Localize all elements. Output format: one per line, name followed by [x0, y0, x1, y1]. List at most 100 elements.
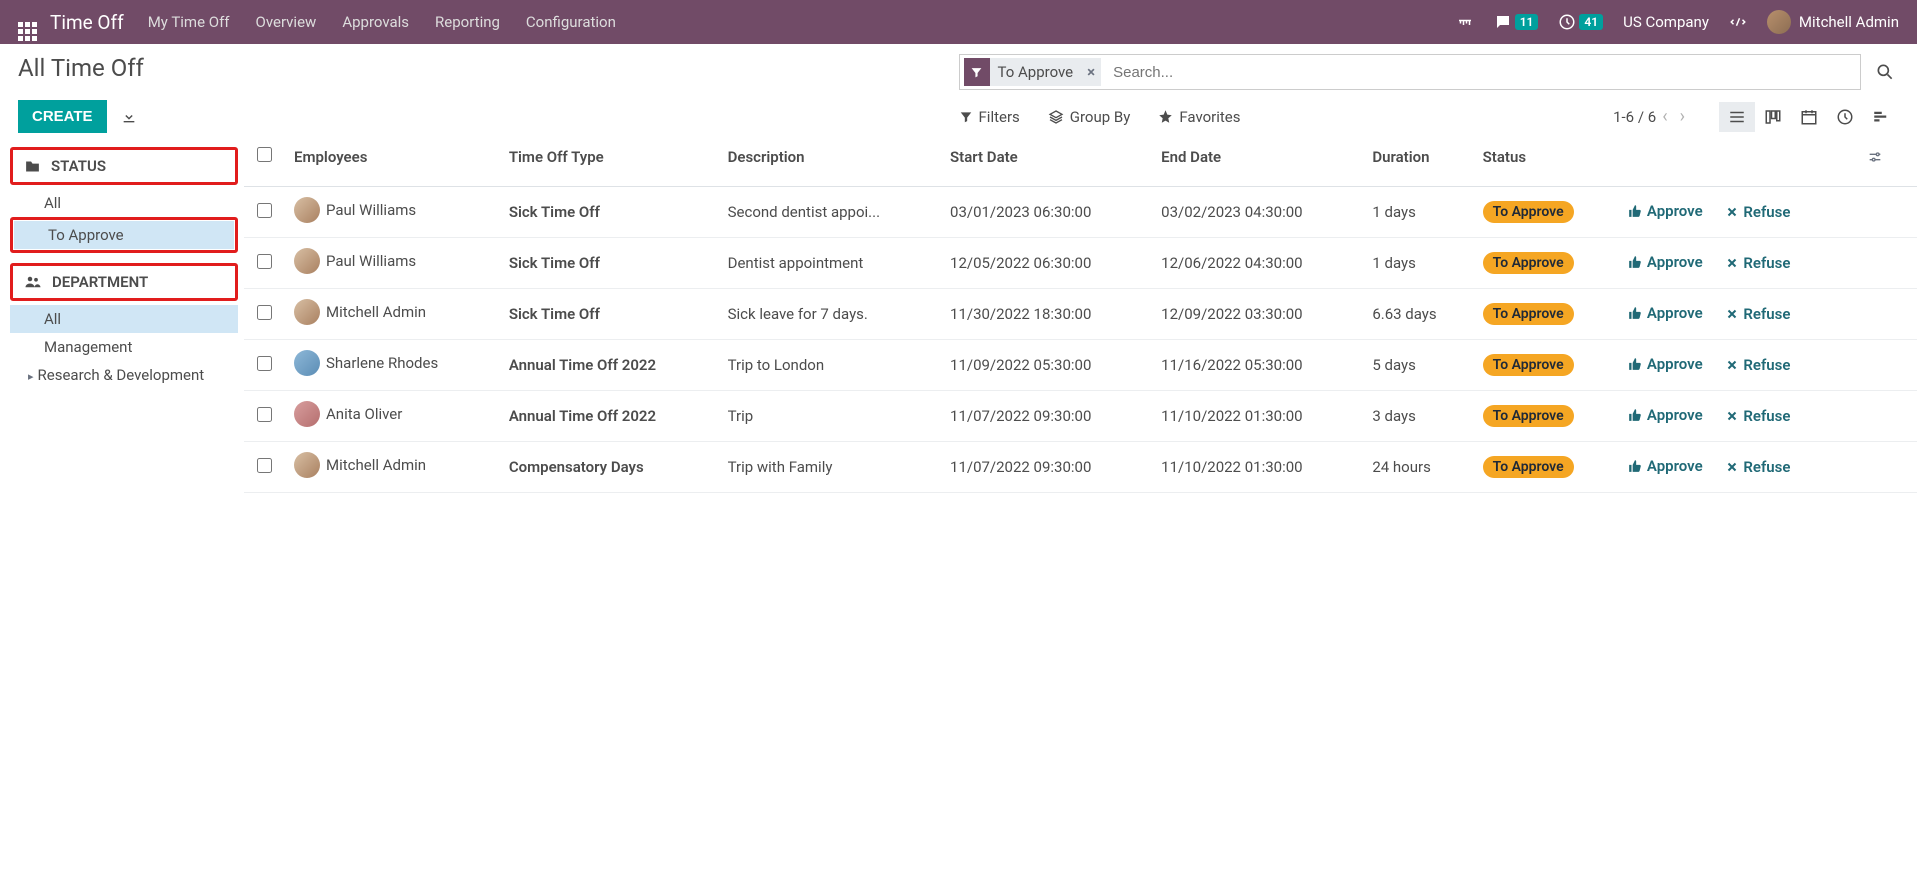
header-description[interactable]: Description: [718, 133, 940, 187]
table-row[interactable]: Anita Oliver Annual Time Off 2022 Trip 1…: [244, 391, 1917, 442]
header-start[interactable]: Start Date: [940, 133, 1151, 187]
sidebar-dept-all[interactable]: All: [10, 305, 238, 333]
user-menu[interactable]: Mitchell Admin: [1767, 10, 1899, 34]
row-checkbox[interactable]: [257, 407, 272, 422]
user-avatar: [1767, 10, 1791, 34]
cell-type: Sick Time Off: [499, 289, 718, 340]
row-checkbox[interactable]: [257, 254, 272, 269]
employee-name: Paul Williams: [326, 252, 416, 270]
sliders-icon[interactable]: [1867, 149, 1897, 165]
row-checkbox-cell[interactable]: [244, 187, 284, 238]
messages-icon[interactable]: 11: [1494, 13, 1539, 31]
table-row[interactable]: Paul Williams Sick Time Off Dentist appo…: [244, 238, 1917, 289]
header-duration[interactable]: Duration: [1362, 133, 1472, 187]
cell-duration: 6.63 days: [1362, 289, 1472, 340]
cell-employee: Sharlene Rhodes: [284, 340, 499, 391]
nav-overview[interactable]: Overview: [256, 13, 317, 31]
download-icon[interactable]: [121, 109, 137, 125]
row-checkbox-cell[interactable]: [244, 340, 284, 391]
pager-text[interactable]: 1-6 / 6: [1613, 108, 1656, 126]
approve-button[interactable]: Approve: [1628, 202, 1703, 220]
table-row[interactable]: Sharlene Rhodes Annual Time Off 2022 Tri…: [244, 340, 1917, 391]
search-input[interactable]: [1107, 64, 1856, 81]
row-checkbox[interactable]: [257, 356, 272, 371]
pager-next[interactable]: ›: [1680, 106, 1685, 127]
view-gantt-icon[interactable]: [1863, 102, 1899, 132]
cell-description: Trip to London: [718, 340, 940, 391]
voip-icon[interactable]: [1456, 13, 1474, 31]
cell-description: Sick leave for 7 days.: [718, 289, 940, 340]
create-button[interactable]: CREATE: [18, 100, 107, 133]
header-checkbox[interactable]: [244, 133, 284, 187]
nav-my-time-off[interactable]: My Time Off: [148, 13, 230, 31]
refuse-button[interactable]: Refuse: [1726, 305, 1790, 323]
nav-configuration[interactable]: Configuration: [526, 13, 616, 31]
groupby-button[interactable]: Group By: [1048, 108, 1131, 126]
cell-description: Trip: [718, 391, 940, 442]
row-checkbox[interactable]: [257, 203, 272, 218]
row-checkbox[interactable]: [257, 458, 272, 473]
search-box[interactable]: To Approve ×: [959, 54, 1862, 90]
view-activity-icon[interactable]: [1827, 102, 1863, 132]
search-icon[interactable]: [1871, 62, 1899, 82]
cell-employee: Mitchell Admin: [284, 289, 499, 340]
sidebar-dept-management[interactable]: Management: [10, 333, 238, 361]
cell-status: To Approve: [1473, 391, 1618, 442]
cell-description: Dentist appointment: [718, 238, 940, 289]
page-title: All Time Off: [18, 54, 959, 82]
cell-type: Compensatory Days: [499, 442, 718, 493]
activities-icon[interactable]: 41: [1558, 13, 1603, 31]
view-calendar-icon[interactable]: [1791, 102, 1827, 132]
sidebar-status-header[interactable]: STATUS: [14, 151, 234, 181]
row-checkbox-cell[interactable]: [244, 391, 284, 442]
header-employees[interactable]: Employees: [284, 133, 499, 187]
search-facet-remove[interactable]: ×: [1081, 63, 1101, 81]
nav-approvals[interactable]: Approvals: [342, 13, 409, 31]
row-checkbox-cell[interactable]: [244, 442, 284, 493]
sidebar-status-to-approve[interactable]: To Approve: [14, 221, 234, 249]
approve-button[interactable]: Approve: [1628, 253, 1703, 271]
sidebar-department-header[interactable]: DEPARTMENT: [14, 267, 234, 297]
nav-reporting[interactable]: Reporting: [435, 13, 500, 31]
refuse-button[interactable]: Refuse: [1726, 203, 1790, 221]
header-settings[interactable]: [1857, 133, 1917, 187]
refuse-button[interactable]: Refuse: [1726, 356, 1790, 374]
app-title[interactable]: Time Off: [50, 11, 124, 34]
debug-icon[interactable]: [1729, 13, 1747, 31]
header-actions: [1618, 133, 1857, 187]
x-icon: [1726, 257, 1738, 269]
people-icon: [24, 273, 42, 291]
table-row[interactable]: Paul Williams Sick Time Off Second denti…: [244, 187, 1917, 238]
cell-duration: 24 hours: [1362, 442, 1472, 493]
view-kanban-icon[interactable]: [1755, 102, 1791, 132]
approve-button[interactable]: Approve: [1628, 406, 1703, 424]
approve-button[interactable]: Approve: [1628, 457, 1703, 475]
header-status[interactable]: Status: [1473, 133, 1618, 187]
pager-prev[interactable]: ‹: [1662, 106, 1667, 127]
approve-button[interactable]: Approve: [1628, 355, 1703, 373]
table-row[interactable]: Mitchell Admin Compensatory Days Trip wi…: [244, 442, 1917, 493]
cell-actions: Approve Refuse: [1618, 442, 1857, 493]
header-type[interactable]: Time Off Type: [499, 133, 718, 187]
row-checkbox-cell[interactable]: [244, 289, 284, 340]
sidebar-dept-rnd[interactable]: ▸Research & Development: [10, 361, 238, 389]
approve-button[interactable]: Approve: [1628, 304, 1703, 322]
row-checkbox-cell[interactable]: [244, 238, 284, 289]
employee-avatar: [294, 248, 320, 274]
table-row[interactable]: Mitchell Admin Sick Time Off Sick leave …: [244, 289, 1917, 340]
company-switcher[interactable]: US Company: [1623, 13, 1709, 31]
row-checkbox[interactable]: [257, 305, 272, 320]
cell-employee: Paul Williams: [284, 238, 499, 289]
favorites-button[interactable]: Favorites: [1158, 108, 1240, 126]
sidebar-status-all[interactable]: All: [10, 189, 238, 217]
refuse-button[interactable]: Refuse: [1726, 458, 1790, 476]
folder-icon: [24, 158, 41, 175]
header-end[interactable]: End Date: [1151, 133, 1362, 187]
refuse-button[interactable]: Refuse: [1726, 407, 1790, 425]
refuse-button[interactable]: Refuse: [1726, 254, 1790, 272]
filters-button[interactable]: Filters: [959, 108, 1020, 126]
view-list-icon[interactable]: [1719, 102, 1755, 132]
apps-icon[interactable]: [18, 13, 36, 31]
cell-end: 11/10/2022 01:30:00: [1151, 391, 1362, 442]
select-all-checkbox[interactable]: [257, 147, 272, 162]
